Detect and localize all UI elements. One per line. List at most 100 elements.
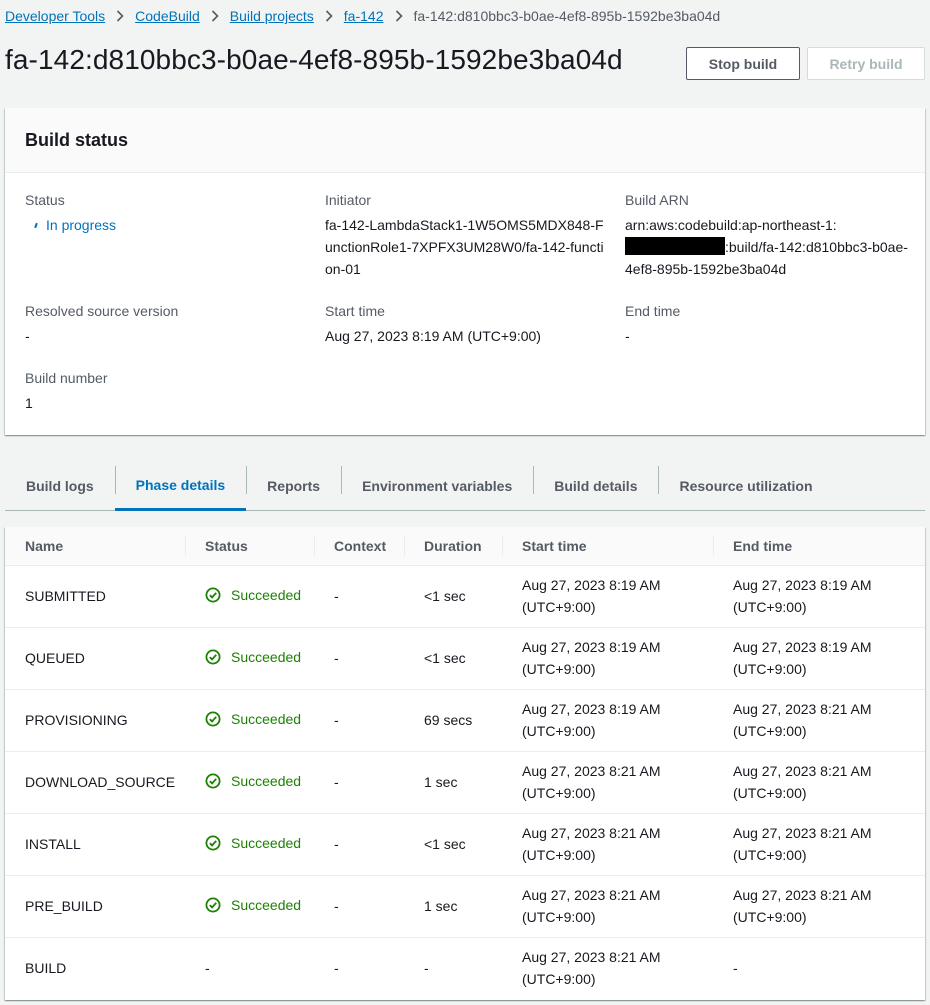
check-circle-icon [205,711,226,727]
resolved-source-value: - [25,328,30,344]
phase-start-time: Aug 27, 2023 8:21 AM (UTC+9:00) [502,751,713,814]
column-header-status[interactable]: Status [185,527,314,566]
table-row: SUBMITTED Succeeded - <1 sec Aug 27, 2023 8:… [5,565,925,628]
end-time-label: End time [625,303,681,319]
phase-context: - [314,689,404,752]
resolved-source-field: Resolved source version - [25,301,315,347]
start-time-field: Start time Aug 27, 2023 8:19 AM (UTC+9:0… [325,301,615,347]
chevron-right-icon [325,10,333,22]
breadcrumb-build-projects[interactable]: Build projects [230,8,314,24]
build-arn-prefix: arn:aws:codebuild:ap-northeast-1: [625,217,837,233]
table-row: PROVISIONING Succeeded -69 secs Aug 27, 202… [5,689,925,752]
end-time-date: Aug 27, 2023 8:19 AM [733,577,872,593]
phase-name: INSTALL [5,813,185,876]
status-succeeded: Succeeded [205,770,301,792]
phase-status: Succeeded [185,689,314,752]
phase-duration: <1 sec [404,627,502,690]
end-time-date: Aug 27, 2023 8:19 AM [733,639,872,655]
phase-start-time: Aug 27, 2023 8:19 AM (UTC+9:00) [502,689,713,752]
end-time-date: - [733,960,738,977]
phase-duration: <1 sec [404,565,502,628]
start-time-tz: (UTC+9:00) [522,723,596,739]
breadcrumb-developer-tools[interactable]: Developer Tools [5,8,105,24]
phase-end-time: Aug 27, 2023 8:19 AM (UTC+9:00) [713,627,925,690]
table-header-row: Name Status Context Duration Start time … [5,527,925,566]
phase-start-time: Aug 27, 2023 8:21 AM (UTC+9:00) [502,937,713,999]
breadcrumb: Developer Tools CodeBuild Build projects… [5,6,720,26]
build-status-heading: Build status [25,129,129,150]
start-time-date: Aug 27, 2023 8:19 AM [522,701,661,717]
phase-status: Succeeded [185,565,314,628]
phase-duration: 1 sec [404,751,502,814]
chevron-right-icon [116,10,124,22]
tab-build-logs[interactable]: Build logs [5,462,115,510]
in-progress-spinner-icon [34,222,38,228]
column-header-name[interactable]: Name [5,527,185,566]
tab-phase-details[interactable]: Phase details [114,462,247,511]
chevron-right-icon [211,10,219,22]
start-time-date: Aug 27, 2023 8:21 AM [522,763,661,779]
start-time-tz: (UTC+9:00) [522,971,596,988]
initiator-value: fa-142-LambdaStack1-1W5OMS5MDX848-Functi… [325,217,604,277]
phase-status: Succeeded [185,813,314,876]
table-row: BUILD - - - Aug 27, 2023 8:21 AM (UTC+9:00) - [5,937,925,999]
column-header-end-time[interactable]: End time [713,527,925,566]
redacted-account-id [625,237,725,255]
status-succeeded: Succeeded [205,584,301,606]
build-arn-label: Build ARN [625,192,689,208]
tab-reports[interactable]: Reports [246,462,341,510]
page-title: fa-142:d810bbc3-b0ae-4ef8-895b-1592be3ba… [5,44,623,75]
phase-start-time: Aug 27, 2023 8:19 AM (UTC+9:00) [502,627,713,690]
column-header-duration[interactable]: Duration [404,527,502,566]
end-time-value: - [625,328,630,344]
phase-status: Succeeded [185,751,314,814]
start-time-tz: (UTC+9:00) [522,785,596,801]
phase-context: - [314,875,404,938]
build-number-field: Build number 1 [25,368,315,414]
phase-end-time: Aug 27, 2023 8:21 AM (UTC+9:00) [713,689,925,752]
tab-build-details[interactable]: Build details [533,462,658,510]
status-text: Succeeded [231,586,302,603]
end-time-tz: (UTC+9:00) [733,661,807,677]
build-status-header: Build status [5,108,925,173]
tab-resource-utilization[interactable]: Resource utilization [658,462,833,510]
check-circle-icon [205,835,226,851]
phase-context: - [314,627,404,690]
phase-end-time: Aug 27, 2023 8:21 AM (UTC+9:00) [713,875,925,938]
breadcrumb-project[interactable]: fa-142 [344,8,384,24]
status-value: In progress [25,214,315,236]
phase-name: QUEUED [5,627,185,690]
breadcrumb-codebuild[interactable]: CodeBuild [135,8,200,24]
phase-duration: - [424,960,429,977]
end-time-tz: (UTC+9:00) [733,599,807,615]
column-header-context[interactable]: Context [314,527,404,566]
status-text: Succeeded [231,648,302,665]
breadcrumb-current: fa-142:d810bbc3-b0ae-4ef8-895b-1592be3ba… [413,8,721,24]
build-number-label: Build number [25,370,108,386]
tab-environment-variables[interactable]: Environment variables [341,462,533,510]
phase-name: BUILD [25,960,67,977]
check-circle-icon [205,897,226,913]
status-text: Succeeded [231,772,302,789]
check-circle-icon [205,649,226,665]
status-succeeded: Succeeded [205,708,301,730]
phase-end-time: Aug 27, 2023 8:21 AM (UTC+9:00) [713,751,925,814]
phase-name: SUBMITTED [5,565,185,628]
start-time-date: Aug 27, 2023 8:21 AM [522,949,661,966]
initiator-label: Initiator [325,192,371,208]
phase-status: Succeeded [185,627,314,690]
status-text: Succeeded [231,710,302,727]
stop-build-button[interactable]: Stop build [686,47,800,80]
status-text: Succeeded [231,896,302,913]
build-tabs: Build logs Phase details Reports Environ… [5,462,925,511]
column-header-start-time[interactable]: Start time [502,527,713,566]
retry-build-button[interactable]: Retry build [807,47,925,80]
start-time-tz: (UTC+9:00) [522,909,596,925]
end-time-date: Aug 27, 2023 8:21 AM [733,763,872,779]
phase-details-table: Name Status Context Duration Start time … [5,527,925,1000]
phase-status: - [185,937,314,999]
status-text: - [205,960,210,977]
phase-duration: <1 sec [404,813,502,876]
phase-status: Succeeded [185,875,314,938]
table-row: INSTALL Succeeded - <1 sec Aug 27, 2023 8:21… [5,813,925,876]
